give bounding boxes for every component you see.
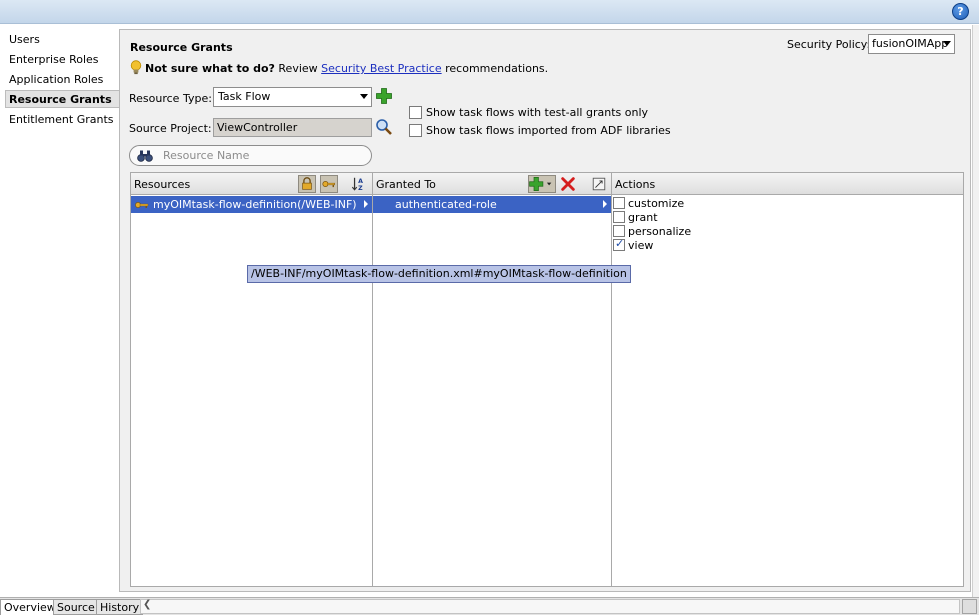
tab-history[interactable]: History <box>96 599 144 615</box>
binoculars-icon <box>137 150 153 162</box>
chevron-right-icon <box>603 200 607 208</box>
actions-header: Actions <box>612 173 963 195</box>
grants-grid: Resources A Z myOIMtask-flow-definition(… <box>130 172 964 587</box>
resource-row[interactable]: myOIMtask-flow-definition(/WEB-INF) <box>131 196 372 213</box>
search-placeholder: Resource Name <box>163 149 250 162</box>
resource-grants-panel: Resource Grants Not sure what to do? Rev… <box>119 29 971 592</box>
sort-az-icon[interactable]: A Z <box>350 175 368 193</box>
editor-tab-bar: Overview Source History ❮ <box>0 597 979 615</box>
resources-header-label: Resources <box>134 178 191 191</box>
hint-bold: Not sure what to do? <box>145 62 275 75</box>
adf-libraries-checkbox-label: Show task flows imported from ADF librar… <box>426 124 671 137</box>
tab-overview[interactable]: Overview <box>0 599 60 615</box>
action-customize-checkbox[interactable] <box>613 197 625 209</box>
actions-header-label: Actions <box>615 178 656 191</box>
granted-row-label: authenticated-role <box>395 198 497 211</box>
granted-to-header: Granted To <box>373 173 611 195</box>
chevron-right-icon <box>364 200 368 208</box>
granted-to-header-label: Granted To <box>376 178 436 191</box>
svg-text:Z: Z <box>358 185 363 192</box>
resource-path-tooltip: /WEB-INF/myOIMtask-flow-definition.xml#m… <box>247 265 631 283</box>
resource-type-select[interactable]: Task Flow <box>213 87 372 107</box>
security-policy-value: fusionOIMApp <box>872 37 949 50</box>
action-grant-checkbox[interactable] <box>613 211 625 223</box>
delete-icon[interactable] <box>559 175 577 193</box>
left-navigation: Users Enterprise Roles Application Roles… <box>0 25 120 595</box>
lock-icon[interactable] <box>298 175 316 193</box>
resources-header: Resources A Z <box>131 173 372 195</box>
test-all-checkbox-label: Show task flows with test-all grants onl… <box>426 106 649 119</box>
nav-item-application-roles[interactable]: Application Roles <box>6 71 119 89</box>
resource-type-value: Task Flow <box>218 90 271 103</box>
lightbulb-icon <box>130 60 142 75</box>
edit-icon[interactable] <box>590 175 608 193</box>
resource-type-label: Resource Type: <box>129 92 212 105</box>
source-project-field[interactable]: ViewController <box>213 118 372 137</box>
nav-item-users[interactable]: Users <box>6 31 119 49</box>
hint-text: Not sure what to do? Review Security Bes… <box>145 62 548 75</box>
nav-item-enterprise-roles[interactable]: Enterprise Roles <box>6 51 119 69</box>
granted-row[interactable]: authenticated-role <box>373 196 611 213</box>
svg-text:A: A <box>358 178 363 185</box>
add-grantee-icon[interactable] <box>528 175 556 193</box>
nav-item-entitlement-grants[interactable]: Entitlement Grants <box>6 111 119 129</box>
help-icon[interactable]: ? <box>952 3 969 20</box>
key-icon <box>135 202 149 208</box>
security-best-practice-link[interactable]: Security Best Practice <box>321 62 441 75</box>
granted-to-column: Granted To authenticated-role <box>373 173 612 586</box>
test-all-checkbox[interactable] <box>409 106 422 119</box>
hint-post: recommendations. <box>441 62 549 75</box>
search-icon[interactable] <box>375 118 393 136</box>
action-view-checkbox[interactable] <box>613 237 625 251</box>
nav-item-resource-grants[interactable]: Resource Grants <box>5 90 120 108</box>
hint-pre: Review <box>274 62 322 75</box>
chevron-down-icon <box>360 94 368 99</box>
title-bar: ? <box>0 0 979 24</box>
action-view-label: view <box>628 239 654 252</box>
resources-column: Resources A Z myOIMtask-flow-definition(… <box>131 173 373 586</box>
add-resource-icon[interactable] <box>375 87 393 105</box>
action-personalize-checkbox[interactable] <box>613 225 625 237</box>
security-policy-label: Security Policy: <box>787 38 871 51</box>
source-project-label: Source Project: <box>129 122 212 135</box>
action-personalize-label: personalize <box>628 225 692 238</box>
action-customize-label: customize <box>628 197 685 210</box>
page-title: Resource Grants <box>130 41 233 54</box>
adf-libraries-checkbox[interactable] <box>409 124 422 137</box>
key-filter-icon[interactable] <box>320 175 338 193</box>
security-policy-select[interactable]: fusionOIMApp <box>868 34 955 54</box>
action-grant-label: grant <box>628 211 658 224</box>
chevron-down-icon <box>943 41 951 46</box>
scroll-corner <box>962 599 977 614</box>
tab-source[interactable]: Source <box>53 599 99 615</box>
vertical-scrollbar[interactable] <box>972 25 979 597</box>
horizontal-scrollbar[interactable]: ❮ <box>140 599 960 614</box>
actions-column: Actions customize grant personalize view <box>612 173 963 586</box>
scroll-left-icon[interactable]: ❮ <box>143 599 151 610</box>
resource-name-search[interactable]: Resource Name <box>129 145 372 166</box>
resource-row-label: myOIMtask-flow-definition(/WEB-INF) <box>153 198 357 211</box>
